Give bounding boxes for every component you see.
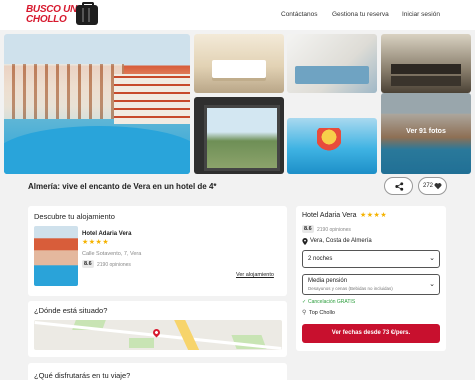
page-title: Almería: vive el encanto de Vera en un h… [28,182,217,191]
location-pin-icon [302,238,308,245]
logo-text: BUSCO UN CHOLLO [26,5,77,25]
top-chollo-tag: Top Chollo [309,310,335,316]
hotel-stars: ★★★★ [82,239,110,246]
free-cancellation-icon: ✓ [302,299,307,305]
see-dates-button[interactable]: Ver fechas desde 73 €/pers. [302,324,440,343]
view-accommodation-link[interactable]: Ver alojamiento [236,272,274,278]
free-cancellation-text: Cancelación GRATIS [308,299,356,305]
hotel-thumbnail[interactable] [34,226,78,286]
accommodation-heading: Descubre tu alojamiento [34,212,115,221]
hotel-address: Calle Sotavento, 7, Vera [82,251,142,257]
gallery-photo-restaurant[interactable] [381,34,471,93]
location-heading: ¿Dónde está situado? [34,306,108,315]
suitcase-icon [76,2,98,25]
nav-login-link[interactable]: Iniciar sesión [402,11,440,18]
board-select[interactable]: Media pensión Desayunos y cenas (Bebidas… [302,274,440,295]
nights-value: 2 noches [308,256,333,262]
chevron-down-icon: ⌄ [429,255,435,262]
gallery-photo-room[interactable] [287,34,377,93]
board-description: Desayunos y cenas (Bebidas no incluidas) [308,286,393,291]
board-value: Media pensión [308,278,348,284]
favorite-button[interactable]: 272 [418,177,447,195]
share-button[interactable] [384,177,413,195]
nav-contact-link[interactable]: Contáctanos [281,11,318,18]
review-count: 2190 opiniones [97,262,131,268]
top-chollo-icon: ⚲ [302,310,307,316]
logo-line2: CHOLLO [26,14,67,25]
booking-hotel-name: Hotel Adaria Vera [302,212,357,219]
booking-location: Vera, Costa de Almería [310,238,372,244]
rating-badge: 8.6 [82,260,94,268]
chevron-down-icon: ⌄ [429,281,435,288]
gallery-main-photo[interactable] [4,34,190,174]
gallery-photo-balcony[interactable] [194,97,284,174]
nav-manage-booking-link[interactable]: Gestiona tu reserva [332,11,389,18]
top-header: BUSCO UN CHOLLO Contáctanos Gestiona tu … [0,0,475,30]
booking-review-count: 2190 opiniones [317,227,351,233]
site-logo[interactable]: BUSCO UN CHOLLO [26,2,106,27]
view-all-photos-button[interactable]: Ver 91 fotos [381,128,471,135]
share-icon [395,182,404,191]
favorite-count: 272 [423,183,434,189]
gallery-photo-cocktail[interactable] [287,118,377,174]
hotel-name: Hotel Adaria Vera [82,231,132,237]
nights-select[interactable]: 2 noches ⌄ [302,250,440,268]
booking-rating-badge: 8.6 [302,225,314,233]
heart-icon [434,183,442,190]
gallery-photo-bedroom[interactable] [194,34,284,93]
enjoy-heading: ¿Qué disfrutarás en tu viaje? [34,371,131,380]
booking-hotel-stars: ★★★★ [360,212,388,219]
